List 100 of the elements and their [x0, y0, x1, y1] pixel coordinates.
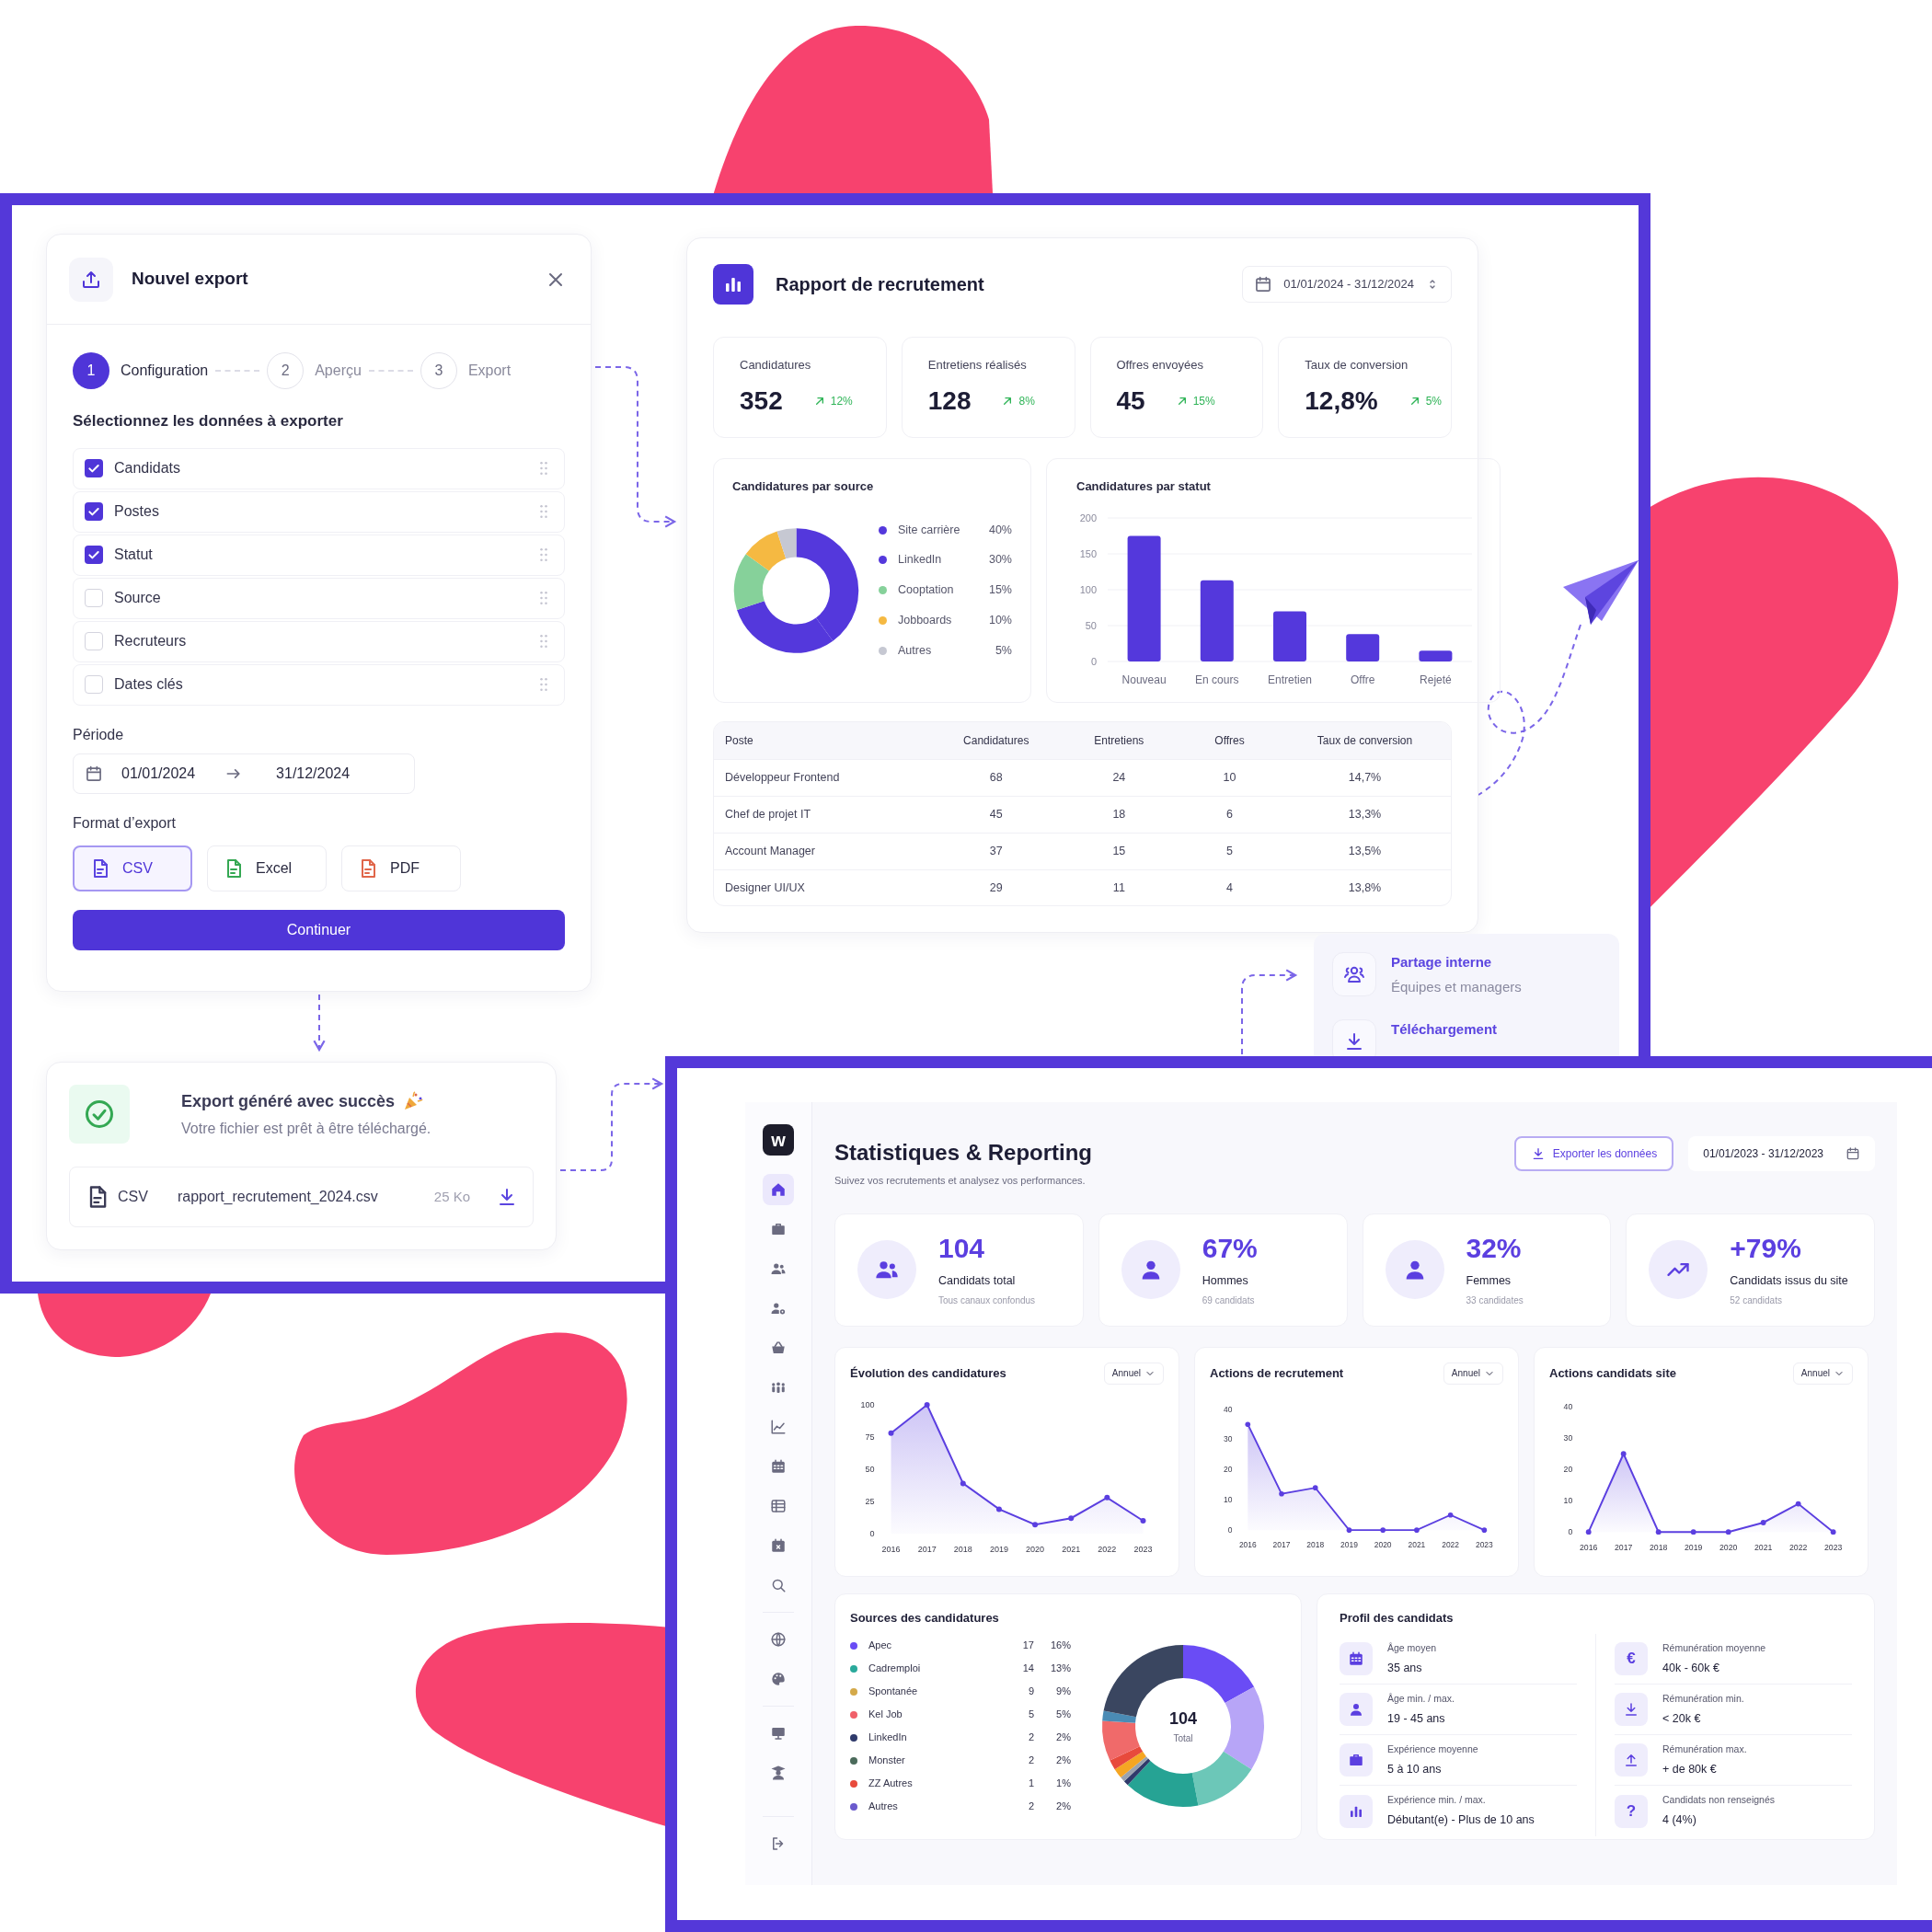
table-cell-text: 5 [1225, 844, 1235, 860]
legend-value: 40% [987, 522, 1012, 538]
axis-tick-label: 2022 [1788, 1542, 1808, 1552]
period-dropdown[interactable]: Annuel [1103, 1362, 1164, 1385]
chart-title: Actions candidats site [1549, 1364, 1676, 1382]
checkbox[interactable] [85, 589, 103, 607]
period-dropdown[interactable]: Annuel [1792, 1362, 1853, 1385]
axis-tick-label: 0 [1090, 655, 1097, 667]
trend-value: 12% [830, 393, 853, 409]
axis-tick-label: 2018 [1306, 1539, 1325, 1549]
axis-tick-label: 2022 [1098, 1544, 1117, 1554]
legend-label: Autres [868, 1800, 899, 1814]
axis-tick-label: 2017 [1615, 1542, 1633, 1552]
palette-icon [770, 1671, 787, 1687]
stepper-step[interactable]: 2 Aperçu [267, 352, 362, 389]
page-title: Statistiques & Reporting [834, 1139, 1093, 1167]
nav-button[interactable] [763, 1174, 794, 1205]
date-range-field[interactable]: 01/01/2024 31/12/2024 [73, 753, 415, 794]
stat-label: Âge moyen [1387, 1640, 1437, 1655]
stepper-step[interactable]: 1 Configuration [73, 352, 209, 389]
category-label: Rejeté [1420, 673, 1452, 686]
data-point [888, 1430, 894, 1436]
graduate-icon [770, 1765, 787, 1781]
stat-label: Candidats non renseignés [1662, 1793, 1775, 1808]
legend-count: 1 [1027, 1777, 1034, 1791]
table-cell-text: Account Manager [724, 844, 816, 860]
donut-total: 104 [1168, 1708, 1197, 1730]
date-range-picker[interactable]: 01/01/2023 - 31/12/2023 [1688, 1136, 1875, 1171]
data-point [1760, 1519, 1766, 1525]
stat-label: Rémunération max. [1662, 1742, 1747, 1756]
axis-tick-label: 100 [1079, 583, 1097, 595]
legend-label: LinkedIn [868, 1731, 908, 1745]
period-dropdown[interactable]: Annuel [1443, 1362, 1503, 1385]
user-gear-icon [770, 1300, 787, 1317]
format-option[interactable]: CSV [73, 845, 192, 891]
legend-value: 2% [1055, 1731, 1071, 1745]
globe-icon [770, 1631, 787, 1648]
field-option-row[interactable]: Statut [73, 534, 565, 576]
checkbox[interactable] [85, 459, 103, 477]
field-option-row[interactable]: Recruteurs [73, 620, 565, 662]
stat-value: 35 ans [1387, 1660, 1423, 1676]
axis-tick-label: 2018 [1650, 1542, 1668, 1552]
dialog-title: Nouvel export [132, 268, 248, 291]
option-title[interactable]: Partage interne [1391, 952, 1522, 973]
legend-value: 10% [987, 612, 1012, 628]
legend-label: ZZ Autres [868, 1777, 914, 1791]
table-cell-text: 4 [1225, 880, 1235, 897]
table-cell-text: 10 [1222, 770, 1237, 787]
table-cell-text: 13,8% [1347, 880, 1383, 897]
data-point [1279, 1490, 1284, 1497]
trend-value: 15% [1192, 393, 1215, 409]
column-header: Offres [1213, 733, 1246, 749]
legend-count: 9 [1027, 1685, 1034, 1699]
field-option-row[interactable]: Source [73, 577, 565, 619]
legend-label: Monster [868, 1754, 906, 1768]
axis-tick-label: 2023 [1475, 1539, 1493, 1549]
checkbox[interactable] [85, 502, 103, 521]
table-cell-text: Chef de projet IT [724, 807, 812, 823]
table-cell-text: 24 [1111, 770, 1127, 787]
data-point [1104, 1494, 1110, 1501]
field-label: Dates clés [114, 675, 183, 694]
calendar-icon [1254, 275, 1273, 293]
field-label: Source [114, 589, 161, 607]
trend-value: 5% [1425, 393, 1442, 409]
option-title[interactable]: Téléchargement [1391, 1019, 1498, 1041]
calendar-icon [85, 764, 103, 783]
chart-title: Évolution des candidatures [850, 1364, 1006, 1382]
table-cell-text: 45 [988, 807, 1004, 823]
legend-value: 30% [987, 552, 1012, 569]
axis-tick-label: 2020 [1374, 1539, 1392, 1549]
field-option-row[interactable]: Dates clés [73, 663, 565, 706]
checkbox[interactable] [85, 546, 103, 564]
chart-title: Candidatures par statut [1076, 478, 1212, 495]
export-data-button[interactable]: Exporter les données [1513, 1136, 1674, 1171]
date-range-picker[interactable]: 01/01/2024 - 31/12/2024 [1242, 266, 1452, 303]
kpi-value: 32% [1466, 1232, 1523, 1266]
table-cell-text: 11 [1111, 880, 1126, 897]
axis-tick-label: 25 [865, 1496, 875, 1506]
kpi-note: 52 candidats [1730, 1294, 1783, 1307]
axis-tick-label: 20 [1563, 1464, 1573, 1474]
field-option-row[interactable]: Candidats [73, 447, 565, 489]
column-header: Taux de conversion [1316, 733, 1414, 749]
format-option[interactable]: PDF [341, 845, 461, 891]
field-label: Candidats [114, 459, 181, 477]
kpi-value: 352 [740, 385, 783, 417]
format-option[interactable]: Excel [207, 845, 327, 891]
legend-count: 5 [1027, 1708, 1034, 1722]
checkbox[interactable] [85, 675, 103, 694]
category-label: En cours [1195, 673, 1239, 686]
legend-value: 9% [1055, 1685, 1071, 1699]
checkbox[interactable] [85, 632, 103, 650]
field-option-row[interactable]: Postes [73, 490, 565, 533]
search-icon [770, 1577, 787, 1593]
continue-button[interactable]: Continuer [73, 909, 565, 950]
party-popper-icon [402, 1090, 425, 1112]
stepper-step[interactable]: 3 Export [420, 352, 512, 389]
check-circle-icon [83, 1098, 116, 1131]
stat-value: 40k - 60k € [1662, 1660, 1720, 1676]
table-cell-text: 15 [1111, 844, 1127, 860]
stat-value: < 20k € [1662, 1710, 1702, 1727]
